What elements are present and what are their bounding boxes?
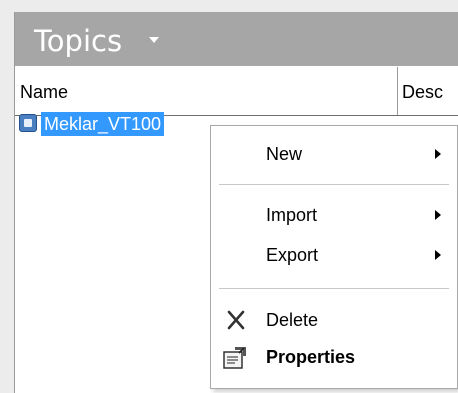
- menu-separator: [219, 184, 449, 185]
- menu-item-import[interactable]: Import: [211, 197, 457, 233]
- topic-icon: [19, 114, 37, 132]
- submenu-arrow-icon: [435, 149, 441, 159]
- menu-separator: [219, 288, 449, 289]
- menu-item-new[interactable]: New: [211, 136, 457, 172]
- delete-x-icon: [227, 310, 245, 330]
- panel-title[interactable]: Topics: [34, 24, 122, 58]
- column-header-name-label: Name: [20, 82, 69, 102]
- menu-item-properties[interactable]: Properties: [211, 339, 457, 375]
- column-header-name[interactable]: Name: [15, 67, 398, 115]
- menu-item-import-label: Import: [266, 205, 318, 225]
- menu-item-new-label: New: [266, 144, 303, 164]
- menu-item-export[interactable]: Export: [211, 237, 457, 273]
- panel-title-bar[interactable]: Topics: [15, 12, 458, 66]
- tree-item-label[interactable]: Meklar_VT100: [41, 112, 165, 136]
- submenu-arrow-icon: [435, 210, 441, 220]
- menu-item-delete-label: Delete: [266, 310, 319, 330]
- column-header-description-label: Desc: [402, 82, 444, 102]
- dropdown-caret-icon[interactable]: [149, 37, 159, 43]
- menu-item-export-label: Export: [266, 245, 319, 265]
- column-header-row: Name Desc: [15, 67, 458, 116]
- context-menu: New Import Export Delete Properties: [210, 125, 458, 389]
- menu-item-delete[interactable]: Delete: [211, 302, 457, 338]
- properties-icon: [223, 347, 246, 369]
- column-header-description[interactable]: Desc: [398, 67, 458, 115]
- menu-item-properties-label: Properties: [266, 347, 356, 367]
- submenu-arrow-icon: [435, 250, 441, 260]
